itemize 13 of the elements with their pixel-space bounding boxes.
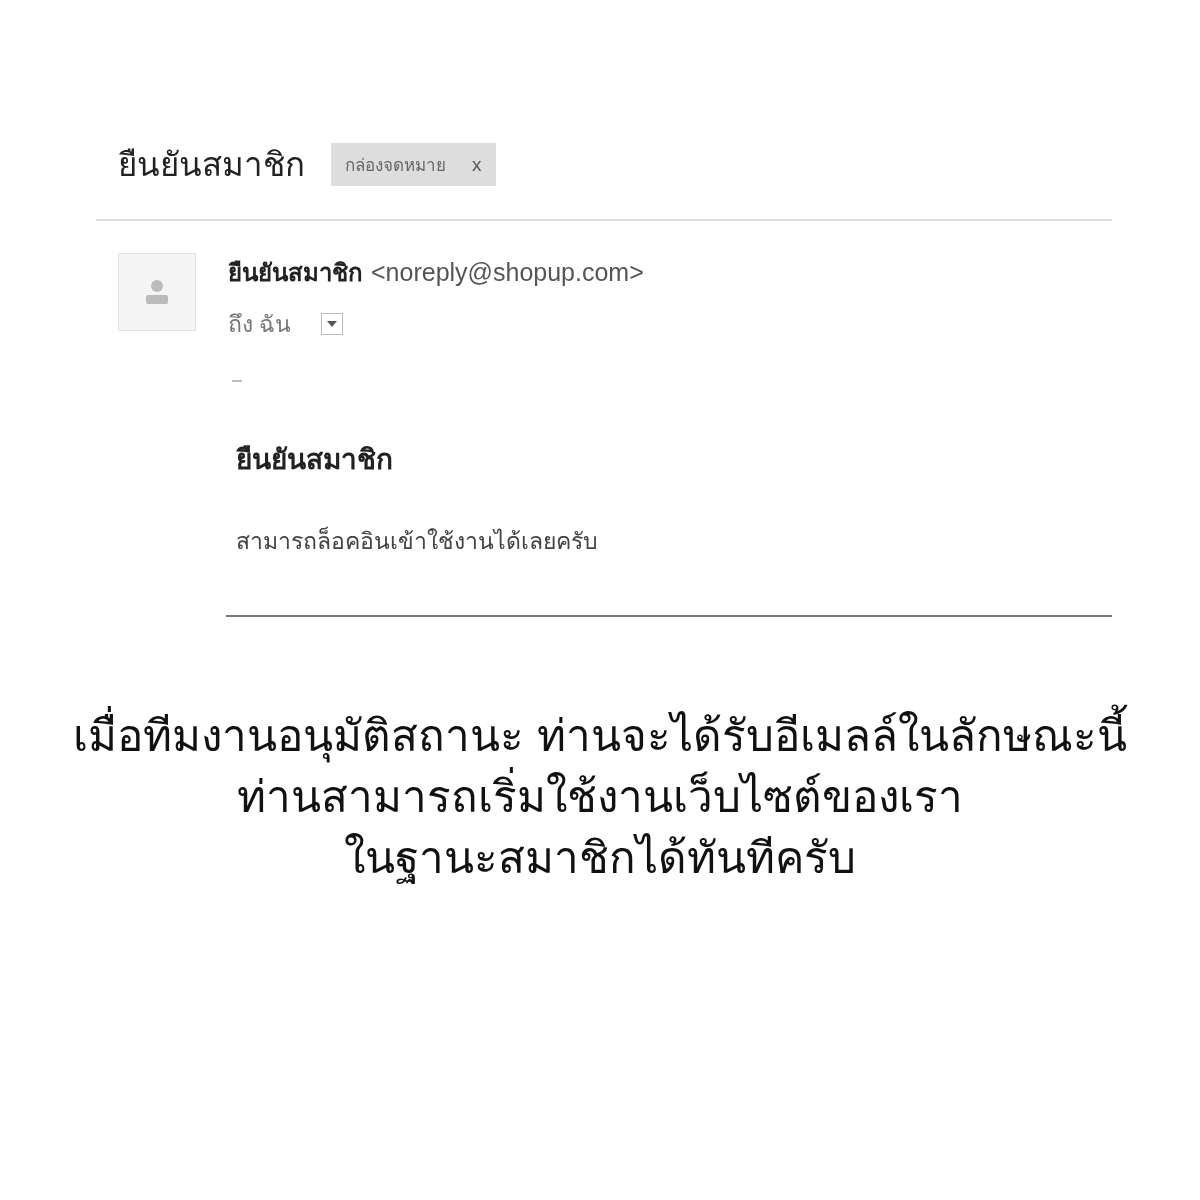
caption-line: ท่านสามารถเริ่มใช้งานเว็บไซต์ของเรา xyxy=(237,768,963,826)
caption-line: ในฐานะสมาชิกได้ทันทีครับ xyxy=(344,832,856,886)
body-message: สามารถล็อคอินเข้าใช้งานได้เลยครับ xyxy=(235,525,599,556)
close-icon[interactable]: x xyxy=(472,153,482,176)
email-subject: ยืนยันสมาชิก xyxy=(118,145,305,185)
inbox-label[interactable]: กล่องจดหมาย x xyxy=(331,143,496,186)
sender-email: <noreply@shopup.com> xyxy=(371,258,644,287)
sender-name: ยืนยันสมาชิก xyxy=(228,258,363,288)
body-heading: ยืนยันสมาชิก xyxy=(235,443,394,477)
recipient-text: ถึง ฉัน xyxy=(228,310,292,339)
avatar-icon xyxy=(118,253,196,331)
details-dropdown[interactable] xyxy=(321,313,344,335)
caret-icon xyxy=(327,321,338,327)
